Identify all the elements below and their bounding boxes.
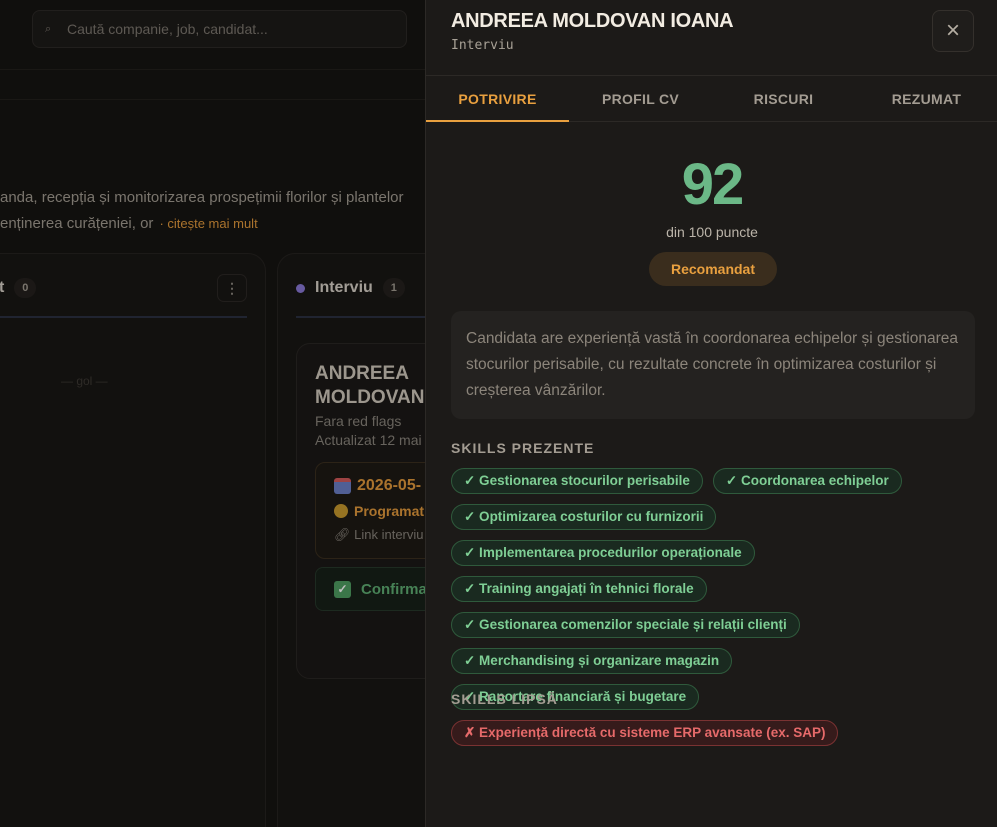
backdrop-overlay[interactable]	[0, 0, 425, 827]
skill-chip: ✓ Gestionarea comenzilor speciale și rel…	[451, 612, 800, 638]
missing-skill-chip: ✗ Experiență directă cu sisteme ERP avan…	[451, 720, 839, 746]
skill-chip: ✓ Merchandising și organizare magazin	[451, 648, 733, 674]
panel-tabs: POTRIVIRE PROFIL CV RISCURI REZUMAT	[426, 75, 997, 122]
skills-present-title: SKILLS PREZENTE	[451, 440, 595, 456]
tab-rezumat[interactable]: REZUMAT	[855, 76, 997, 121]
candidate-detail-panel: ANDREEA MOLDOVAN IOANA Interviu × POTRIV…	[425, 0, 997, 827]
tab-profil-cv[interactable]: PROFIL CV	[569, 76, 712, 121]
close-button[interactable]: ×	[932, 10, 974, 52]
match-summary: Candidata are experiență vastă în coordo…	[451, 311, 975, 419]
skill-chip: ✓ Coordonarea echipelor	[712, 468, 902, 494]
tab-potrivire[interactable]: POTRIVIRE	[426, 76, 569, 122]
skills-present-list: ✓ Gestionarea stocurilor perisabile ✓ Co…	[451, 468, 986, 710]
skills-missing-title: SKILLS LIPSĂ	[451, 691, 558, 707]
match-score: 92	[681, 152, 745, 217]
score-caption: din 100 puncte	[666, 224, 758, 240]
recommendation-badge: Recomandat	[649, 252, 777, 286]
skill-chip: ✓ Implementarea procedurilor operațional…	[451, 540, 755, 566]
skills-missing-list: ✗ Experiență directă cu sisteme ERP avan…	[451, 720, 986, 746]
skill-chip: ✓ Gestionarea stocurilor perisabile	[451, 468, 703, 494]
candidate-name: ANDREEA MOLDOVAN IOANA	[451, 10, 734, 32]
skill-chip: ✓ Training angajați în tehnici florale	[451, 576, 707, 602]
candidate-stage: Interviu	[451, 38, 514, 53]
tab-riscuri[interactable]: RISCURI	[712, 76, 855, 121]
close-icon: ×	[945, 17, 960, 44]
skill-chip: ✓ Optimizarea costurilor cu furnizorii	[451, 504, 717, 530]
